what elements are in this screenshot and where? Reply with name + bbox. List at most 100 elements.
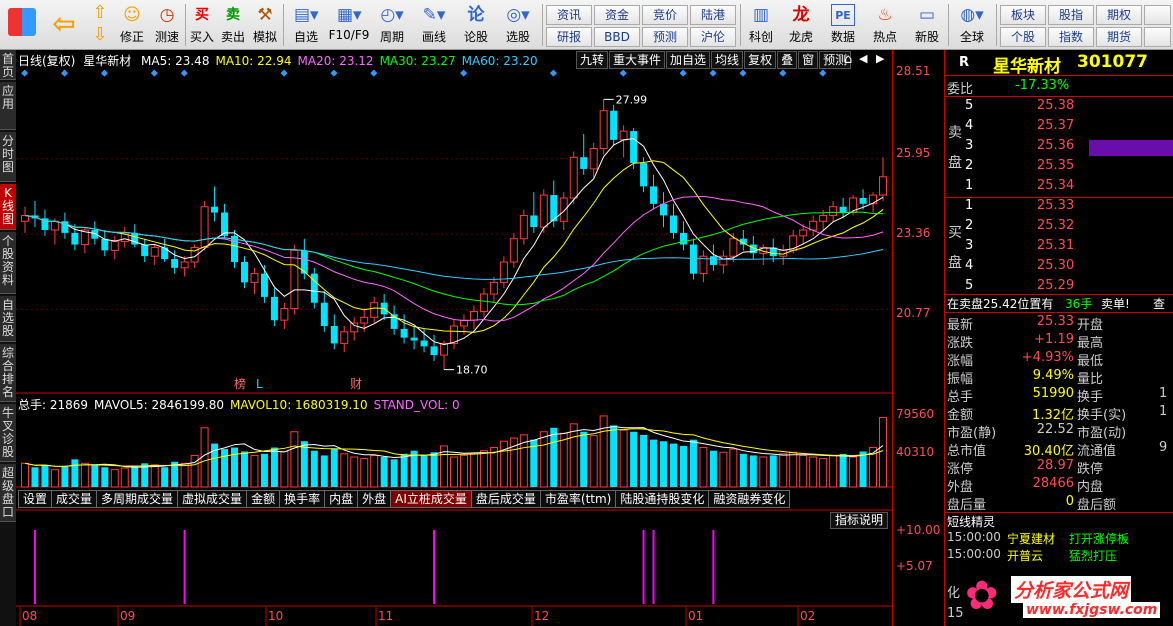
indicator-tab-4[interactable]: 金额 bbox=[246, 490, 281, 508]
left-tab-4[interactable]: 个股资料 bbox=[0, 232, 16, 294]
sector-button[interactable]: 板块 bbox=[1000, 5, 1046, 25]
sell-level-row[interactable]: 3 25.36 bbox=[945, 138, 1173, 158]
indicator-tab-10[interactable]: 市盈率(ttm) bbox=[539, 490, 617, 508]
left-tab-0[interactable]: 首页 bbox=[0, 50, 16, 80]
options-button[interactable]: 期权 bbox=[1096, 5, 1142, 25]
indicator-tab-9[interactable]: 盘后成交量 bbox=[470, 490, 541, 508]
sell-level: 3 bbox=[965, 138, 974, 153]
buy-level-row[interactable]: 3 25.31 bbox=[945, 238, 1173, 258]
buy-level-row[interactable]: 2 25.32 bbox=[945, 218, 1173, 238]
more-button-top[interactable] bbox=[1144, 5, 1171, 25]
left-tab-6[interactable]: 综合排名 bbox=[0, 344, 16, 402]
indicator-tab-2[interactable]: 多周期成交量 bbox=[96, 490, 179, 508]
left-tab-7[interactable]: 牛叉诊股 bbox=[0, 404, 16, 462]
chart-btn-0[interactable]: 九转 bbox=[576, 51, 609, 69]
back-button[interactable]: ⇦ bbox=[48, 2, 80, 48]
chart-btn-5[interactable]: 叠 bbox=[777, 51, 798, 69]
up-down-button[interactable]: ⇧ ⇩ bbox=[88, 2, 112, 48]
sell-button[interactable]: 卖 卖出 bbox=[219, 2, 247, 48]
shortline-title[interactable]: 短线精灵 bbox=[947, 513, 995, 530]
single-stock-button[interactable]: 个股 bbox=[1000, 27, 1046, 47]
shanghai-london-button[interactable]: 沪伦 bbox=[690, 27, 736, 47]
futures-button[interactable]: 期货 bbox=[1096, 27, 1142, 47]
shortline-item[interactable]: 15:00:00 宁夏建材 打开涨停板 bbox=[945, 530, 1173, 547]
buy-level-row[interactable]: 4 25.30 bbox=[945, 258, 1173, 278]
chart-btn-1[interactable]: 重大事件 bbox=[609, 51, 666, 69]
speedtest-button[interactable]: ◷ 测速 bbox=[152, 2, 182, 48]
global-button[interactable]: ◍▾ 全球 bbox=[952, 2, 992, 48]
bbd-button[interactable]: BBD bbox=[594, 27, 640, 47]
forecast-button[interactable]: 预测 bbox=[642, 27, 688, 47]
candle-body bbox=[290, 249, 299, 310]
sci-button[interactable]: ▥ 科创 bbox=[744, 2, 778, 48]
stat-label: 涨停 bbox=[947, 462, 974, 477]
sell-level-row[interactable]: 1 25.34 bbox=[945, 178, 1173, 198]
left-tab-3[interactable]: K线图 bbox=[0, 184, 16, 230]
period-button[interactable]: ◴▾ 周期 bbox=[372, 2, 412, 48]
right-arrow-icon[interactable]: ▶ bbox=[876, 52, 884, 65]
indicator-tab-0[interactable]: 设置 bbox=[18, 490, 53, 508]
stat-value-b: 1 bbox=[1159, 386, 1168, 401]
chart-btn-2[interactable]: 加自选 bbox=[666, 51, 711, 69]
buy-button[interactable]: 买 买入 bbox=[188, 2, 216, 48]
indicator-help-button[interactable]: 指标说明 bbox=[830, 512, 889, 529]
stat-row: 金额 1.32亿 换手(实) 1 bbox=[945, 404, 1173, 423]
indicator-tab-7[interactable]: 外盘 bbox=[357, 490, 392, 508]
sell-level-row[interactable]: 2 25.35 bbox=[945, 158, 1173, 178]
buy-icon: 买 bbox=[195, 7, 209, 23]
pick-button[interactable]: ◎▾ 选股 bbox=[498, 2, 538, 48]
left-tab-5[interactable]: 自选股 bbox=[0, 296, 16, 342]
menu-grid-button[interactable] bbox=[4, 2, 40, 48]
price-tick: 20.77 bbox=[896, 306, 931, 320]
index-button[interactable]: 指数 bbox=[1048, 27, 1094, 47]
left-tab-2[interactable]: 分时图 bbox=[0, 132, 16, 182]
hotspot-button[interactable]: ♨ 热点 bbox=[868, 2, 902, 48]
indicator-tab-6[interactable]: 内盘 bbox=[324, 490, 359, 508]
order-alert-link[interactable]: 查 bbox=[1153, 295, 1165, 312]
hk-connect-button[interactable]: 陆港 bbox=[690, 5, 736, 25]
sell-level-row[interactable]: 5 25.38 bbox=[945, 98, 1173, 118]
forum-button[interactable]: 论 论股 bbox=[458, 2, 494, 48]
volume-bar bbox=[550, 427, 558, 487]
lock-icon[interactable]: ⌂ bbox=[844, 52, 852, 67]
watchlist-button[interactable]: ▤▾ 自选 bbox=[287, 2, 325, 48]
drawline-button[interactable]: ✎▾ 画线 bbox=[414, 2, 454, 48]
stat-label-b: 跌停 bbox=[1077, 462, 1104, 477]
revise-button[interactable]: ☺ 修正 bbox=[117, 2, 147, 48]
newstock-button[interactable]: ▭ 新股 bbox=[910, 2, 944, 48]
chart-btn-4[interactable]: 复权 bbox=[744, 51, 777, 69]
dragon-label: 龙虎 bbox=[788, 30, 813, 44]
indicator-tab-11[interactable]: 陆股通持股变化 bbox=[615, 490, 710, 508]
stat-value: 0 bbox=[1065, 494, 1074, 509]
left-tab-8[interactable]: 超级盘口 bbox=[0, 464, 16, 522]
more-button-bottom[interactable] bbox=[1144, 27, 1171, 47]
chart-btn-3[interactable]: 均线 bbox=[711, 51, 744, 69]
f10-button[interactable]: ▦▾ F10/F9 bbox=[328, 2, 370, 48]
indicator-tab-5[interactable]: 换手率 bbox=[279, 490, 326, 508]
indicator-tab-1[interactable]: 成交量 bbox=[51, 490, 98, 508]
volume-bar bbox=[749, 455, 757, 487]
indicator-tab-8[interactable]: AI立桩成交量 bbox=[390, 490, 472, 508]
indicator-tick: +5.07 bbox=[896, 559, 933, 573]
left-arrow-icon[interactable]: ◀ bbox=[859, 52, 867, 65]
indicator-tab-3[interactable]: 虚拟成交量 bbox=[177, 490, 248, 508]
news-button[interactable]: 资讯 bbox=[546, 5, 592, 25]
event-diamond bbox=[549, 69, 557, 77]
stock-index-button[interactable]: 股指 bbox=[1048, 5, 1094, 25]
left-tab-1[interactable]: 应用 bbox=[0, 82, 16, 130]
sell-icon: 卖 bbox=[226, 7, 240, 23]
shortline-item[interactable]: 15:00:00 开普云 猛烈打压 bbox=[945, 547, 1173, 564]
chart-btn-6[interactable]: 窗 bbox=[798, 51, 819, 69]
sell-level-row[interactable]: 4 25.37 bbox=[945, 118, 1173, 138]
auction-button[interactable]: 竞价 bbox=[642, 5, 688, 25]
funds-button[interactable]: 资金 bbox=[594, 5, 640, 25]
research-button[interactable]: 研报 bbox=[546, 27, 592, 47]
data-button[interactable]: PE 数据 bbox=[826, 2, 860, 48]
dragon-button[interactable]: 龙 龙虎 bbox=[784, 2, 818, 48]
buy-level-row[interactable]: 1 25.33 bbox=[945, 198, 1173, 218]
candle-body bbox=[879, 176, 888, 196]
kline-chart-area[interactable]: 27.99 18.70 榜 L 财 08 09 10 11 12 01 02 日线(复权) 星华新材 … bbox=[16, 50, 944, 626]
candle-body bbox=[469, 310, 478, 321]
simulate-button[interactable]: ⚒ 模拟 bbox=[250, 2, 280, 48]
indicator-tab-12[interactable]: 融资融券变化 bbox=[708, 490, 791, 508]
